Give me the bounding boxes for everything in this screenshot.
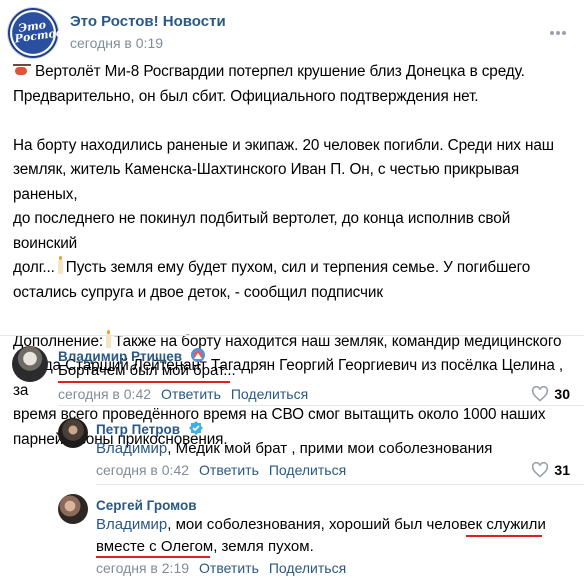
post-line: Предварительно, он был сбит. Официальног… <box>13 87 479 105</box>
post-line: долг... <box>13 259 55 276</box>
divider <box>0 335 584 336</box>
comment-time[interactable]: сегодня в 2:19 <box>96 560 189 576</box>
divider <box>58 405 584 406</box>
post-line: парней с зоны прикосновения. <box>13 430 228 448</box>
comment-time[interactable]: сегодня в 0:42 <box>96 462 189 478</box>
candle-icon <box>57 256 63 274</box>
comment-meta: сегодня в 0:42 Ответить Поделиться <box>96 462 346 478</box>
avatar[interactable] <box>58 494 88 524</box>
heart-icon <box>532 461 549 478</box>
post-line: взвода Старший Лейтенант Тагадрян Георги… <box>13 357 564 399</box>
more-dots-icon[interactable] <box>550 22 570 36</box>
comment-meta: сегодня в 2:19 Ответить Поделиться <box>96 560 346 576</box>
red-underline <box>466 535 542 537</box>
post-header: Это Ростов Это Ростов! Новости сегодня в… <box>8 8 576 60</box>
reply-button[interactable]: Ответить <box>199 560 259 576</box>
like-count: 31 <box>554 462 570 478</box>
group-avatar[interactable]: Это Ростов <box>8 8 64 58</box>
comment-author[interactable]: Сергей Громов <box>96 498 197 513</box>
red-underline <box>96 556 210 558</box>
like-button[interactable]: 31 <box>531 461 570 478</box>
post-line: остались супруга и двое деток, - сообщил… <box>13 283 383 301</box>
reply-button[interactable]: Ответить <box>199 462 259 478</box>
divider <box>96 484 584 485</box>
share-button[interactable]: Поделиться <box>269 462 346 478</box>
post-text: Вертолёт Ми-8 Росгвардии потерпел крушен… <box>13 60 573 452</box>
post-line: Пусть земля ему будет пухом, сил и терпе… <box>65 259 531 276</box>
post-line: Вертолёт Ми-8 Росгвардии потерпел крушен… <box>35 63 525 80</box>
helicopter-icon <box>13 63 31 77</box>
group-name[interactable]: Это Ростов! Новости <box>70 13 226 30</box>
share-button[interactable]: Поделиться <box>269 560 346 576</box>
post-line: время всего проведённого время на СВО см… <box>13 406 546 423</box>
mention-link[interactable]: Владимир <box>96 516 167 533</box>
comment-text: вместе с Олегом, земля пухом. <box>96 538 314 555</box>
group-logo-text: Это Ростов <box>13 18 64 46</box>
post-time[interactable]: сегодня в 0:19 <box>70 35 163 51</box>
post-line: земляк, житель Каменска-Шахтинского Иван… <box>13 161 520 203</box>
post-line: На борту находились раненые и экипаж. 20… <box>13 136 554 154</box>
comment-text: Владимир, мои соболезнования, хороший бы… <box>96 516 546 533</box>
post-line: до последнего не покинул подбитый вертол… <box>13 210 511 252</box>
